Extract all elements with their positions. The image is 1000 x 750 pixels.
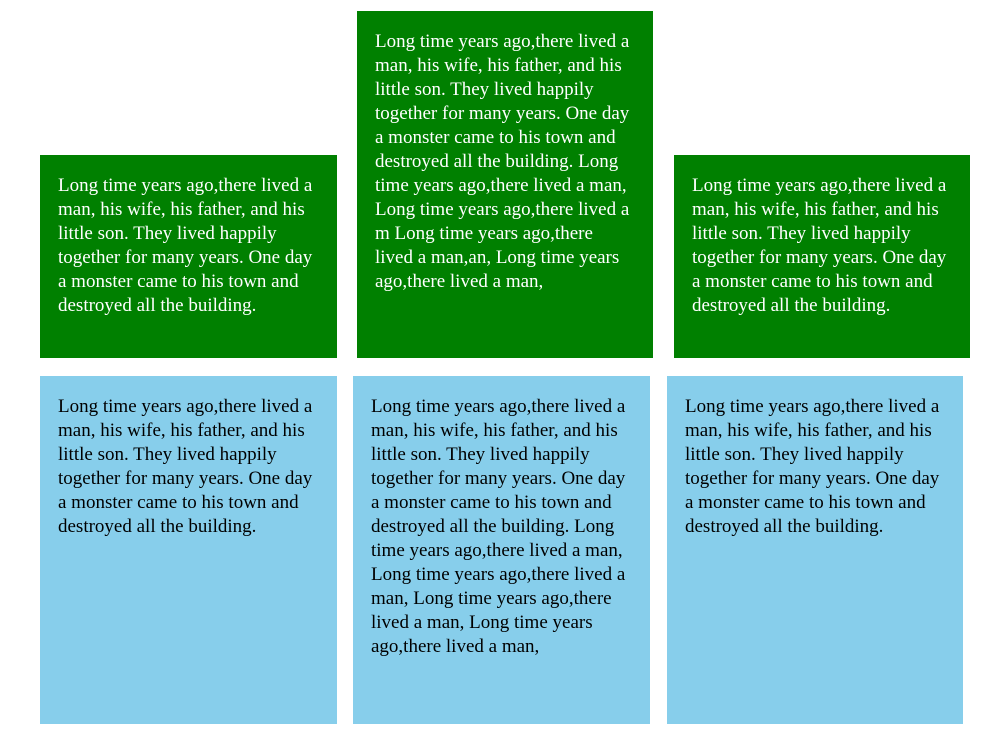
blue-box-3-text: Long time years ago,there lived a man, h… (685, 396, 940, 537)
green-box-1: Long time years ago,there lived a man, h… (40, 155, 337, 358)
blue-box-2-text: Long time years ago,there lived a man, h… (371, 396, 626, 657)
green-box-3-text: Long time years ago,there lived a man, h… (692, 175, 947, 316)
green-box-2: Long time years ago,there lived a man, h… (357, 11, 653, 358)
green-box-1-text: Long time years ago,there lived a man, h… (58, 175, 313, 316)
blue-box-3: Long time years ago,there lived a man, h… (667, 376, 963, 724)
green-box-2-text: Long time years ago,there lived a man, h… (375, 31, 630, 292)
blue-box-1-text: Long time years ago,there lived a man, h… (58, 396, 313, 537)
green-box-3: Long time years ago,there lived a man, h… (674, 155, 970, 358)
blue-box-2: Long time years ago,there lived a man, h… (353, 376, 650, 724)
blue-box-1: Long time years ago,there lived a man, h… (40, 376, 337, 724)
